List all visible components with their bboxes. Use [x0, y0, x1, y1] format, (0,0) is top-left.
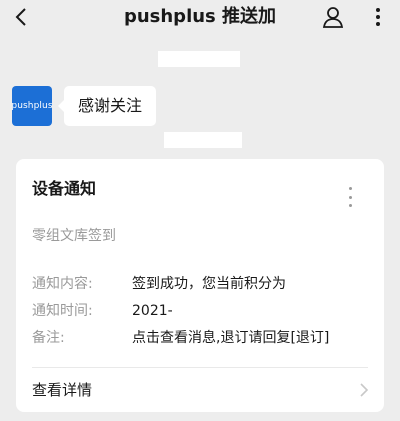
view-details-link[interactable]: 查看详情: [16, 368, 384, 412]
timestamp-placeholder: [164, 132, 242, 148]
detail-label: 通知时间:: [32, 303, 93, 319]
more-vertical-icon: [376, 8, 380, 26]
avatar-label: pushplus: [11, 101, 53, 111]
detail-value: 签到成功，您当前积分为: [132, 276, 286, 292]
notification-card[interactable]: 设备通知 零组文库签到 通知内容: 签到成功，您当前积分为 通知时间: 2021…: [16, 159, 384, 412]
chat-screen: pushplus 推送加 pushplus 感谢关注 设备通知 零组文库签到 通…: [0, 0, 400, 421]
detail-value: 2021-: [132, 303, 173, 319]
profile-button[interactable]: [320, 4, 346, 30]
card-subtitle: 零组文库签到: [32, 228, 116, 244]
detail-label: 备注:: [32, 330, 65, 346]
dot: [348, 187, 352, 190]
detail-label: 通知内容:: [32, 276, 93, 292]
person-icon: [322, 7, 344, 28]
dot: [348, 204, 352, 207]
top-bar: pushplus 推送加: [0, 0, 400, 34]
dot: [348, 195, 352, 199]
message-text: 感谢关注: [78, 96, 143, 115]
detail-value: 点击查看消息,退订请回复[退订]: [132, 330, 330, 346]
timestamp-placeholder: [158, 51, 240, 67]
card-menu-button[interactable]: [340, 183, 360, 211]
card-title: 设备通知: [32, 179, 97, 198]
chevron-right-icon: [360, 383, 369, 397]
message-bubble[interactable]: 感谢关注: [57, 86, 157, 126]
view-details-label: 查看详情: [32, 381, 93, 399]
avatar[interactable]: pushplus: [11, 86, 53, 126]
more-button[interactable]: [366, 4, 390, 30]
